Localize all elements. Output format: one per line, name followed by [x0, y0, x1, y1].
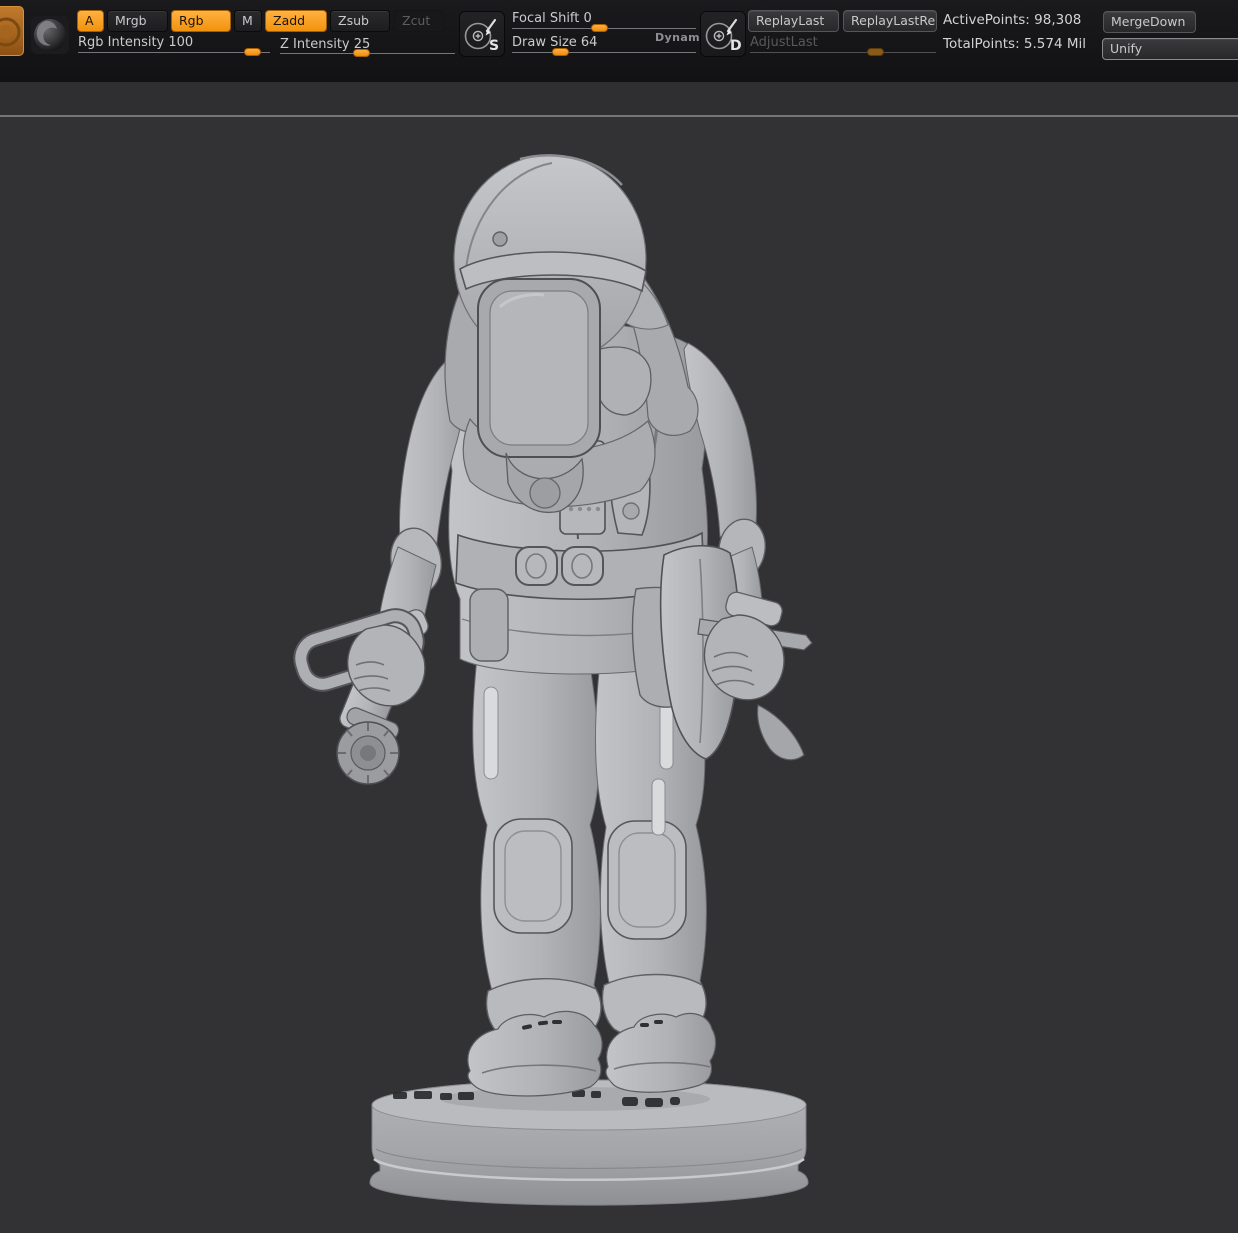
stroke-sphere-button[interactable]	[31, 16, 69, 54]
current-brush-icon[interactable]	[0, 6, 24, 56]
rgb-intensity-slider[interactable]	[78, 52, 270, 53]
svg-text:S: S	[489, 38, 499, 54]
mode-rgb-button[interactable]: Rgb	[171, 10, 231, 32]
draw-size-handle[interactable]	[552, 48, 569, 56]
mode-m-button[interactable]: M	[234, 10, 262, 32]
material-sphere-icon	[31, 16, 69, 54]
focal-shift-slider[interactable]	[512, 28, 696, 29]
left-boot	[468, 1011, 602, 1096]
zbrush-window: A Mrgb Rgb M Zadd Zsub Zcut Rgb Intensit…	[0, 0, 1238, 1233]
focal-shift-handle[interactable]	[591, 24, 608, 32]
mode-mrgb-button[interactable]: Mrgb	[107, 10, 168, 32]
stroke-picker-button[interactable]: S	[459, 11, 505, 57]
replay-last-button[interactable]: ReplayLast	[748, 10, 839, 32]
boots	[468, 1011, 716, 1096]
display-base	[370, 1080, 808, 1205]
draw-picker-button[interactable]: D	[700, 11, 746, 57]
top-shelf: A Mrgb Rgb M Zadd Zsub Zcut Rgb Intensit…	[0, 0, 1238, 82]
mask-regulator	[530, 478, 560, 508]
mode-zcut-button: Zcut	[394, 10, 444, 32]
svg-text:D: D	[730, 38, 742, 54]
unify-button[interactable]: Unify	[1102, 38, 1238, 60]
mode-a-button[interactable]: A	[77, 10, 104, 32]
hip-strap	[470, 589, 508, 661]
shelf-tray	[0, 82, 1238, 117]
adjust-last-handle	[867, 48, 884, 56]
draw-brush-icon: D	[701, 12, 745, 56]
z-intensity-handle[interactable]	[353, 49, 370, 57]
ear-guard	[596, 347, 651, 415]
mode-zsub-button[interactable]: Zsub	[330, 10, 390, 32]
stroke-brush-icon: S	[460, 12, 504, 56]
rgb-intensity-handle[interactable]	[244, 48, 261, 56]
replay-last-rel-button[interactable]: ReplayLastRel	[843, 10, 937, 32]
visor-glass	[490, 291, 588, 445]
mode-zadd-button[interactable]: Zadd	[265, 10, 327, 32]
total-points-stat: TotalPoints: 5.574 Mil	[943, 36, 1086, 52]
left-arm	[296, 349, 470, 784]
rgb-intensity-label: Rgb Intensity 100	[78, 35, 193, 50]
figure-sculpt	[0, 119, 1238, 1233]
adjust-last-label: AdjustLast	[750, 35, 818, 50]
focal-shift-label: Focal Shift 0	[512, 11, 592, 26]
z-intensity-slider[interactable]	[280, 53, 455, 54]
adjust-last-slider	[750, 52, 936, 53]
draw-size-slider[interactable]	[512, 52, 696, 53]
brush-preview-glyph	[0, 7, 25, 57]
merge-down-button[interactable]: MergeDown	[1103, 11, 1196, 33]
helmet-vent	[493, 232, 507, 246]
sculpt-viewport[interactable]	[0, 119, 1238, 1233]
active-points-stat: ActivePoints: 98,308	[943, 12, 1081, 28]
